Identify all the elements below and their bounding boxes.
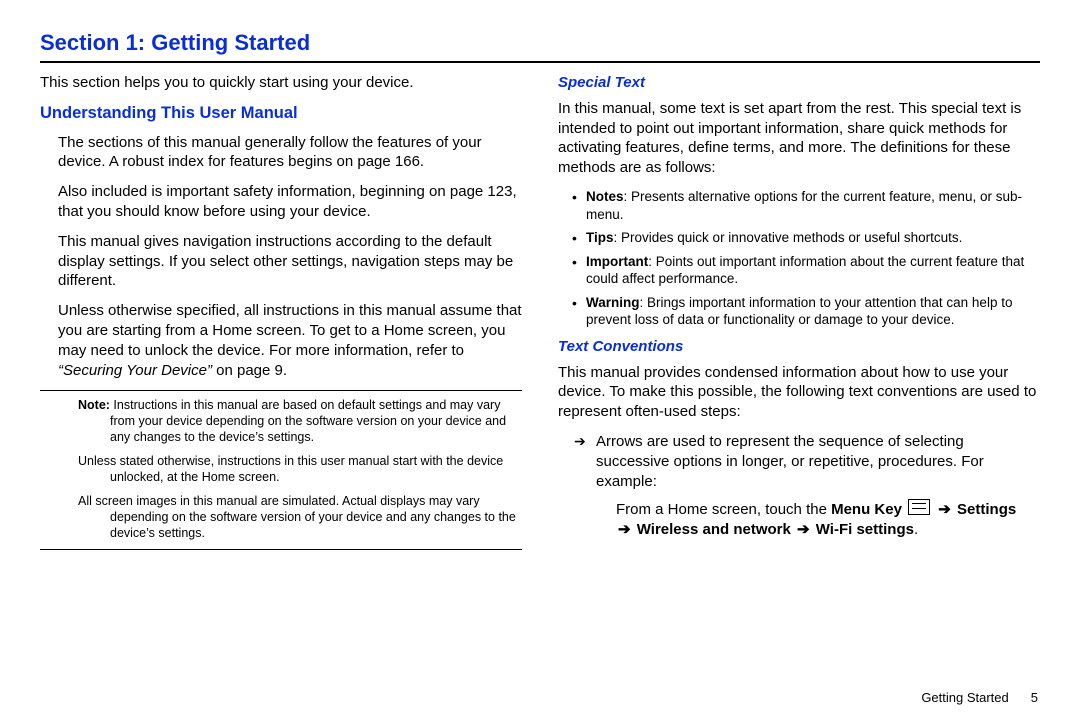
- term-label: Notes: [586, 189, 624, 204]
- term-label: Tips: [586, 230, 614, 245]
- note-text: Instructions in this manual are based on…: [110, 398, 506, 444]
- term-label: Warning: [586, 295, 640, 310]
- arrow-icon: ➔: [797, 520, 810, 540]
- term-label: Important: [586, 254, 648, 269]
- body-paragraph: This manual provides condensed informati…: [558, 363, 1040, 422]
- arrow-icon: ➔: [618, 520, 631, 540]
- conventions-list: Arrows are used to represent the sequenc…: [576, 432, 1040, 540]
- footer-chapter-label: Getting Started: [921, 690, 1008, 705]
- note-line: All screen images in this manual are sim…: [40, 493, 522, 541]
- body-paragraph: The sections of this manual generally fo…: [58, 133, 522, 173]
- menu-step: Settings: [957, 501, 1016, 518]
- understanding-heading: Understanding This User Manual: [40, 103, 522, 125]
- body-paragraph: In this manual, some text is set apart f…: [558, 99, 1040, 178]
- right-column: Special Text In this manual, some text i…: [558, 73, 1040, 550]
- left-column: This section helps you to quickly start …: [40, 73, 522, 550]
- intro-paragraph: This section helps you to quickly start …: [40, 73, 522, 93]
- body-paragraph: Also included is important safety inform…: [58, 182, 522, 222]
- period: .: [914, 521, 918, 538]
- body-text: Unless otherwise specified, all instruct…: [58, 302, 522, 359]
- term-text: : Brings important information to your a…: [586, 295, 1012, 328]
- note-label: Note:: [78, 398, 110, 412]
- menu-path-example: From a Home screen, touch the Menu Key ➔…: [616, 499, 1040, 540]
- cross-reference: “Securing Your Device”: [58, 362, 212, 379]
- term-text: : Presents alternative options for the c…: [586, 189, 1022, 222]
- arrow-item-text: Arrows are used to represent the sequenc…: [596, 433, 984, 490]
- list-item: Important: Points out important informat…: [576, 253, 1040, 288]
- menu-key-label: Menu Key: [831, 501, 902, 518]
- definitions-list: Notes: Presents alternative options for …: [576, 188, 1040, 329]
- list-item: Arrows are used to represent the sequenc…: [576, 432, 1040, 540]
- note-line: Unless stated otherwise, instructions in…: [40, 453, 522, 485]
- note-block: Note: Instructions in this manual are ba…: [40, 390, 522, 550]
- special-text-heading: Special Text: [558, 73, 1040, 93]
- example-pre-text: From a Home screen, touch the: [616, 501, 831, 518]
- list-item: Tips: Provides quick or innovative metho…: [576, 229, 1040, 247]
- arrow-icon: ➔: [938, 500, 951, 520]
- text-conventions-heading: Text Conventions: [558, 337, 1040, 357]
- section-title-rule: [40, 61, 1040, 63]
- list-item: Warning: Brings important information to…: [576, 294, 1040, 329]
- term-text: : Points out important information about…: [586, 254, 1024, 287]
- section-title: Section 1: Getting Started: [40, 28, 1040, 57]
- page-number: 5: [1031, 690, 1038, 705]
- list-item: Notes: Presents alternative options for …: [576, 188, 1040, 223]
- body-text: on page 9.: [212, 362, 287, 379]
- menu-key-icon: [908, 499, 930, 515]
- two-column-layout: This section helps you to quickly start …: [40, 73, 1040, 550]
- page-footer: Getting Started 5: [921, 689, 1038, 706]
- body-paragraph: This manual gives navigation instruction…: [58, 232, 522, 291]
- menu-step: Wi-Fi settings: [816, 521, 914, 538]
- body-paragraph: Unless otherwise specified, all instruct…: [58, 301, 522, 380]
- term-text: : Provides quick or innovative methods o…: [614, 230, 963, 245]
- note-line: Note: Instructions in this manual are ba…: [40, 397, 522, 445]
- menu-step: Wireless and network: [637, 521, 791, 538]
